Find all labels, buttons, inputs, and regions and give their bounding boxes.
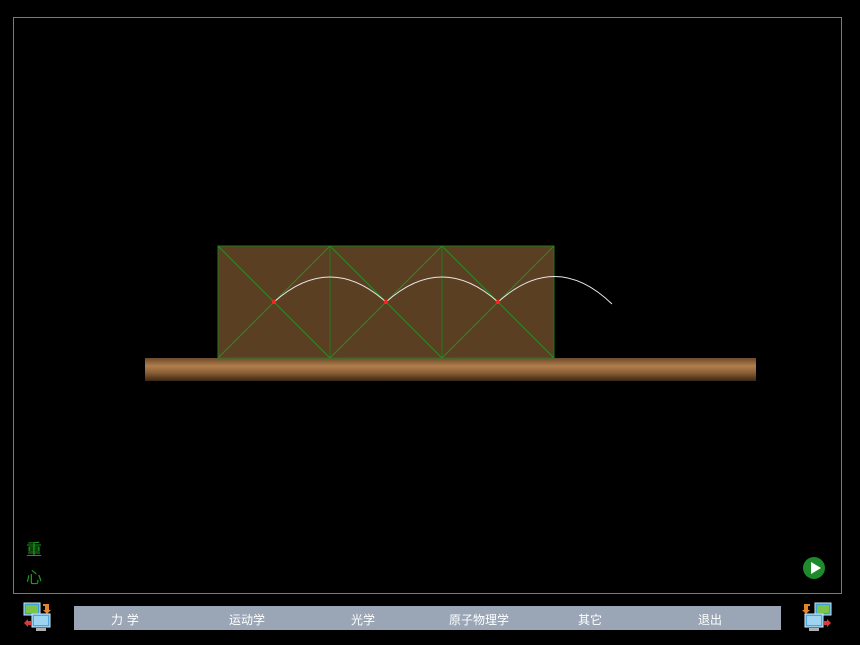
nav-item-mechanics[interactable]: 力 学 — [111, 611, 139, 628]
nav-item-kinematics[interactable]: 运动学 — [229, 611, 265, 628]
nav-item-other[interactable]: 其它 — [578, 611, 602, 628]
center-of-gravity-dot — [271, 299, 277, 305]
bottom-nav-bar: 力 学 运动学 光学 原子物理学 其它 退出 — [74, 606, 781, 630]
nav-item-atomic-physics[interactable]: 原子物理学 — [449, 611, 509, 628]
rolling-box-diagram — [217, 245, 613, 359]
title-char-2: 心 — [26, 568, 43, 587]
nav-item-exit[interactable]: 退出 — [698, 611, 722, 628]
computer-exchange-icon[interactable] — [22, 601, 54, 633]
computer-exchange-icon[interactable] — [801, 601, 833, 633]
nav-item-optics[interactable]: 光学 — [351, 611, 375, 628]
title-char-1: 重 — [26, 540, 43, 559]
center-of-gravity-dot — [495, 299, 501, 305]
play-icon[interactable] — [803, 557, 825, 579]
center-of-gravity-dot — [383, 299, 389, 305]
